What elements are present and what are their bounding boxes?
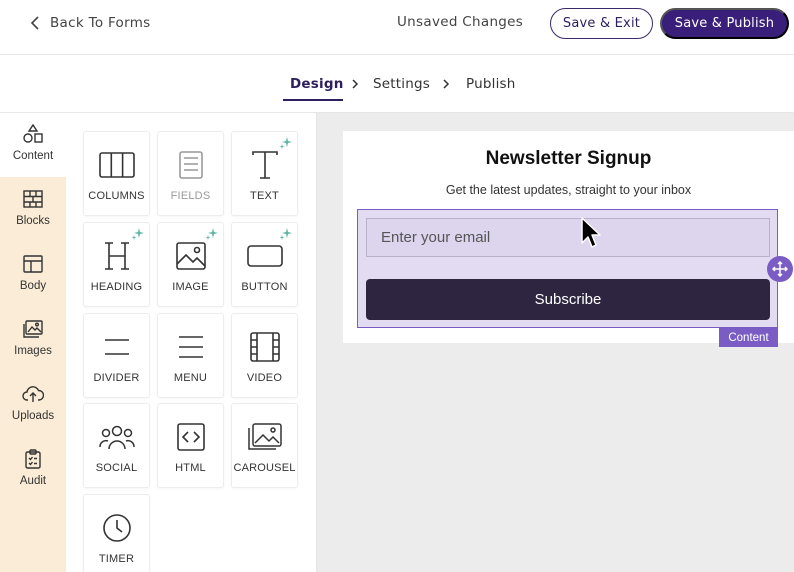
form-subtitle[interactable]: Get the latest updates, straight to your…: [343, 183, 794, 197]
rail-label: Images: [14, 345, 52, 357]
ai-sparkle-icon: [279, 228, 292, 240]
save-exit-button[interactable]: Save & Exit: [550, 8, 653, 39]
menu-icon: [178, 336, 203, 358]
back-to-forms-label: Back To Forms: [50, 15, 151, 31]
tool-label: BUTTON: [241, 281, 288, 293]
rail-item-images[interactable]: Images: [0, 308, 66, 372]
tool-label: HEADING: [90, 281, 143, 293]
button-icon: [246, 245, 283, 267]
back-to-forms-link[interactable]: Back To Forms: [30, 14, 151, 32]
image-icon: [175, 242, 206, 270]
rail-item-content[interactable]: Content: [0, 113, 66, 177]
tool-label: SOCIAL: [95, 462, 138, 474]
tool-label: COLUMNS: [88, 190, 145, 202]
form-title[interactable]: Newsletter Signup: [343, 148, 794, 170]
tool-heading[interactable]: HEADING: [83, 222, 150, 307]
selection-tag: Content: [719, 328, 778, 347]
chevron-right-icon: [352, 79, 359, 89]
tab-publish[interactable]: Publish: [466, 76, 516, 92]
tool-html[interactable]: HTML: [157, 403, 224, 488]
columns-icon: [98, 152, 135, 178]
heading-icon: [104, 242, 129, 270]
social-icon: [98, 425, 135, 450]
clipboard-check-icon: [25, 449, 41, 469]
tool-menu[interactable]: MENU: [157, 313, 224, 398]
unsaved-status: Unsaved Changes: [397, 14, 524, 30]
tool-label: IMAGE: [172, 281, 209, 293]
top-header: Back To Forms Unsaved Changes Save & Exi…: [0, 0, 794, 55]
tool-video[interactable]: VIDEO: [231, 313, 298, 398]
tool-text[interactable]: TEXT: [231, 131, 298, 216]
shapes-icon: [23, 123, 43, 143]
tool-social[interactable]: SOCIAL: [83, 403, 150, 488]
tool-label: HTML: [175, 462, 206, 474]
rail-label: Body: [19, 280, 47, 292]
cloud-upload-icon: [22, 386, 44, 402]
tool-button[interactable]: BUTTON: [231, 222, 298, 307]
move-arrows-icon: [772, 261, 788, 277]
code-icon: [176, 423, 205, 451]
divider-icon: [104, 339, 129, 355]
bricks-icon: [23, 190, 43, 208]
tool-label: MENU: [173, 372, 208, 384]
tab-settings[interactable]: Settings: [373, 76, 430, 92]
ai-sparkle-icon: [205, 228, 218, 240]
layout-icon: [23, 255, 43, 273]
tool-timer[interactable]: TIMER: [83, 494, 150, 572]
tool-divider[interactable]: DIVIDER: [83, 313, 150, 398]
chevron-left-icon: [30, 16, 39, 30]
subscribe-button[interactable]: Subscribe: [366, 279, 770, 320]
carousel-icon: [247, 423, 282, 450]
email-placeholder: Enter your email: [381, 229, 491, 246]
tool-label: VIDEO: [246, 372, 283, 384]
tool-image[interactable]: IMAGE: [157, 222, 224, 307]
left-rail: Content Blocks Body Images Uploads Audit: [0, 113, 66, 572]
ai-sparkle-icon: [131, 228, 144, 240]
rail-label: Uploads: [11, 410, 55, 422]
tool-columns[interactable]: COLUMNS: [83, 131, 150, 216]
tool-label: TIMER: [98, 553, 135, 565]
fields-icon: [178, 151, 203, 179]
chevron-right-icon: [443, 79, 450, 89]
rail-label: Blocks: [16, 215, 50, 227]
tab-design[interactable]: Design: [290, 76, 344, 92]
rail-item-uploads[interactable]: Uploads: [0, 373, 66, 437]
clock-icon: [102, 514, 131, 542]
mouse-pointer-icon: [581, 217, 601, 248]
rail-item-body[interactable]: Body: [0, 243, 66, 307]
tool-label: TEXT: [250, 190, 279, 202]
video-icon: [249, 332, 280, 362]
tool-label: CAROUSEL: [233, 462, 296, 474]
rail-item-blocks[interactable]: Blocks: [0, 178, 66, 242]
tool-fields[interactable]: FIELDS: [157, 131, 224, 216]
rail-label: Content: [12, 150, 54, 162]
ai-sparkle-icon: [279, 137, 292, 149]
rail-label: Audit: [19, 475, 47, 487]
step-tabs: Design Settings Publish: [0, 56, 794, 113]
move-handle[interactable]: [767, 256, 793, 282]
tool-label: FIELDS: [170, 190, 211, 202]
images-icon: [23, 320, 43, 338]
tool-label: DIVIDER: [93, 372, 140, 384]
save-publish-button[interactable]: Save & Publish: [660, 8, 789, 39]
text-icon: [251, 151, 278, 179]
active-tab-underline: [283, 99, 343, 101]
email-input[interactable]: Enter your email: [366, 218, 770, 257]
tool-carousel[interactable]: CAROUSEL: [231, 403, 298, 488]
rail-item-audit[interactable]: Audit: [0, 438, 66, 502]
